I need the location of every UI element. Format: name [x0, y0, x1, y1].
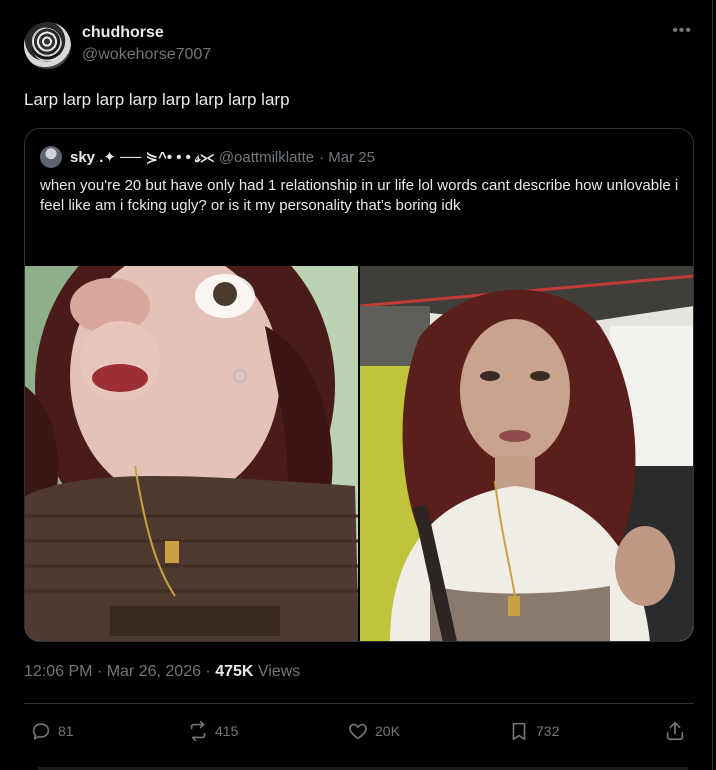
- views-count: 475K: [215, 663, 254, 680]
- tweet-meta: 12:06 PM · Mar 26, 2026 · 475K Views: [24, 660, 300, 684]
- share-icon: [666, 721, 684, 741]
- reply-button[interactable]: 81: [30, 720, 74, 742]
- like-button[interactable]: 20K: [347, 720, 400, 742]
- quote-text: when you're 20 but have only had 1 relat…: [40, 177, 679, 214]
- share-button[interactable]: [664, 720, 686, 742]
- divider: [24, 703, 694, 704]
- photo-1[interactable]: [25, 266, 358, 641]
- quote-handle: @oattmilklatte: [218, 148, 315, 166]
- tweet-header: chudhorse @wokehorse7007 •••: [24, 20, 696, 72]
- action-bar: 81 415 20K 732: [24, 720, 692, 746]
- reply-icon: [32, 723, 50, 740]
- like-count: 20K: [375, 723, 400, 739]
- repost-button[interactable]: 415: [187, 720, 238, 742]
- author-names: chudhorse @wokehorse7007: [82, 22, 211, 66]
- tweet-detail: chudhorse @wokehorse7007 ••• Larp larp l…: [0, 0, 713, 770]
- timestamp[interactable]: 12:06 PM · Mar 26, 2026 ·: [24, 663, 215, 680]
- quote-date: · Mar 25: [319, 148, 375, 166]
- author-avatar[interactable]: [24, 22, 71, 69]
- views-label: Views: [253, 663, 301, 680]
- bookmark-button[interactable]: 732: [508, 720, 559, 742]
- bookmark-icon: [512, 722, 526, 741]
- more-icon[interactable]: •••: [672, 22, 692, 40]
- quote-media: [25, 266, 693, 641]
- author-handle[interactable]: @wokehorse7007: [82, 44, 211, 66]
- photo-2[interactable]: [360, 266, 693, 641]
- quote-display-name: sky .✦ ── ⋟^• • • 𝓈⪥: [70, 149, 214, 166]
- quoted-tweet[interactable]: sky .✦ ── ⋟^• • • 𝓈⪥ @oattmilklatte · Ma…: [24, 128, 694, 642]
- author-display-name[interactable]: chudhorse: [82, 22, 211, 44]
- heart-icon: [349, 723, 367, 740]
- tweet-text: Larp larp larp larp larp larp larp larp: [24, 90, 290, 109]
- photo-1-art: [25, 266, 358, 641]
- bookmark-count: 732: [536, 723, 560, 739]
- avatar-art: [32, 28, 62, 62]
- quote-header: sky .✦ ── ⋟^• • • 𝓈⪥ @oattmilklatte · Ma…: [40, 146, 375, 168]
- repost-count: 415: [215, 723, 239, 739]
- repost-icon: [190, 721, 206, 741]
- reply-count: 81: [58, 723, 74, 739]
- photo-2-art: [360, 266, 693, 641]
- quote-avatar: [40, 146, 62, 168]
